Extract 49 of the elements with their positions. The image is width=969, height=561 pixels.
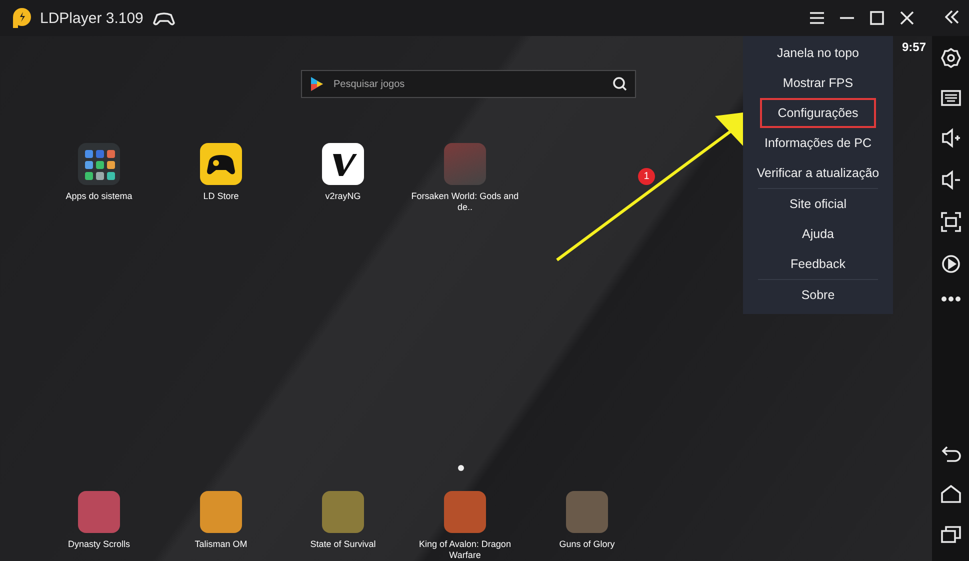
menu-item[interactable]: Configurações [760,98,876,128]
menu-item[interactable]: Verificar a atualização [748,158,888,188]
volume-up-icon[interactable] [940,128,960,148]
fullscreen-icon[interactable] [940,212,960,232]
app-label[interactable]: v2rayNG [325,191,361,202]
window-title: LDPlayer 3.109 [40,10,144,26]
game-icon[interactable] [566,491,608,533]
keyboard-icon[interactable] [940,90,960,106]
app-label[interactable]: State of Survival [310,539,376,550]
game-icon[interactable] [78,491,120,533]
more-icon[interactable] [940,296,960,302]
folder-icon[interactable] [78,143,120,185]
game-icon[interactable] [322,491,364,533]
menu-item[interactable]: Site oficial [782,189,854,219]
menu-item[interactable]: Janela no topo [768,38,867,68]
v-logo-icon[interactable] [322,143,364,185]
maximize-icon[interactable] [870,11,884,25]
logo-icon [10,7,32,29]
app-label[interactable]: Apps do sistema [66,191,132,202]
play-store-icon [310,76,324,92]
gamepad-icon[interactable] [200,143,242,185]
menu-item[interactable]: Sobre [793,280,843,310]
gamepad-icon[interactable] [153,10,176,26]
settings-icon[interactable] [940,48,960,68]
record-icon[interactable] [940,254,960,274]
app-label[interactable]: Forsaken World: Gods and de.. [404,191,526,213]
app-label[interactable]: King of Avalon: Dragon Warfare [404,539,526,561]
collapse-icon[interactable] [945,10,959,24]
menu-item[interactable]: Informações de PC [756,128,880,158]
app-label[interactable]: LD Store [203,191,239,202]
menu-item[interactable]: Feedback [782,249,854,279]
menu-item[interactable]: Mostrar FPS [774,68,862,98]
home-icon[interactable] [940,485,960,503]
page-indicator [458,465,464,471]
app-label[interactable]: Dynasty Scrolls [68,539,130,550]
app-label[interactable]: Guns of Glory [559,539,615,550]
search-input[interactable]: Pesquisar jogos [332,78,604,90]
clock: 9:57 [902,40,926,54]
search-icon[interactable] [612,77,626,91]
game-icon[interactable] [200,491,242,533]
app-label[interactable]: Talisman OM [194,539,248,550]
menu-item[interactable]: Ajuda [794,219,842,249]
menu-icon[interactable] [810,12,824,24]
game-icon[interactable] [444,491,486,533]
recent-apps-icon[interactable] [940,525,960,543]
search-field[interactable]: Pesquisar jogos [300,70,636,98]
back-icon[interactable] [940,445,960,463]
close-icon[interactable] [900,11,914,25]
volume-down-icon[interactable] [940,170,960,190]
